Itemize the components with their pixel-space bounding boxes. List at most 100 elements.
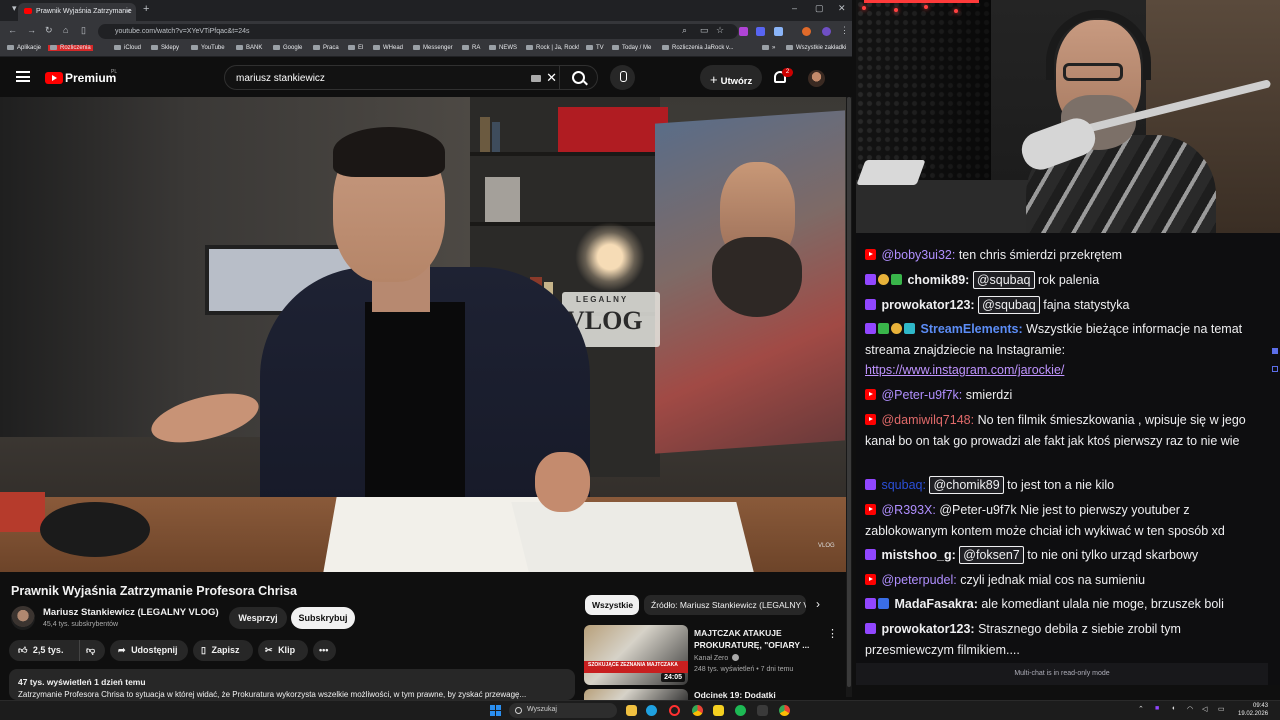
start-icon[interactable] [490, 705, 501, 716]
chat-username[interactable]: StreamElements: [920, 322, 1022, 336]
tab-search-icon[interactable]: ▾ [12, 3, 17, 14]
chat-username[interactable]: @Peter-u9f7k: [881, 388, 962, 402]
chat-username[interactable]: @R393X: [881, 503, 935, 517]
opera-icon[interactable] [669, 705, 680, 716]
page-scrollbar[interactable] [846, 97, 852, 697]
extension-icon[interactable] [756, 27, 765, 36]
clip-button[interactable]: ✂ Klip [258, 640, 308, 661]
profile-icon[interactable] [802, 27, 811, 36]
chat-mention[interactable]: @foksen7 [959, 546, 1024, 564]
search-icon[interactable] [559, 66, 597, 89]
video-player[interactable]: LEGALNY VLOG VLOG [0, 97, 846, 572]
create-button[interactable]: + Utwórz [700, 65, 762, 90]
chat-username[interactable]: prowokator123: [881, 298, 974, 312]
chat-scrollbar[interactable] [1268, 233, 1280, 685]
bookmark-item[interactable]: NEWS [489, 45, 517, 51]
volume-icon[interactable]: ◁ [1202, 705, 1207, 713]
recommended-thumbnail[interactable] [584, 689, 688, 700]
bookmark-item[interactable]: Messenger [413, 45, 453, 51]
recommended-more-icon[interactable]: ⋮ [827, 627, 838, 640]
recommended-thumbnail[interactable]: SZOKUJĄCE ZEZNANIA MAJTCZAKA 24:05 [584, 625, 688, 685]
tab-close-icon[interactable]: × [126, 6, 131, 16]
description-box[interactable]: 47 tys. wyświetleń 1 dzień temu Zatrzyma… [9, 669, 575, 700]
bookmark-item[interactable]: Google [273, 45, 302, 51]
bookmark-item[interactable]: RA [462, 45, 480, 51]
keyboard-icon[interactable] [531, 75, 541, 82]
youtube-brand[interactable]: Premium [65, 71, 116, 85]
chat-username[interactable]: @damiwilq7148: [881, 413, 974, 427]
bookmark-item[interactable]: TV [586, 45, 604, 51]
network-tray-icon[interactable]: ◐ [1172, 705, 1176, 712]
chat-username[interactable]: squbaq: [881, 478, 925, 492]
edge-icon[interactable] [646, 705, 657, 716]
bookmark-item[interactable]: Rock | Ja, Rock! [526, 45, 580, 51]
bookmark-item[interactable]: El [348, 45, 363, 51]
wifi-icon[interactable]: ◠ [1187, 705, 1193, 713]
dislike-button[interactable]: 👎︎ [79, 640, 105, 661]
bookmark-item[interactable]: Praca [313, 45, 339, 51]
chip-source[interactable]: Źródło: Mariusz Stankiewicz (LEGALNY VLO… [644, 595, 806, 615]
bookmark-item[interactable]: iCloud [114, 45, 141, 51]
recommended-title[interactable]: MAJTCZAK ATAKUJE PROKURATURĘ, "OFIARY ..… [694, 627, 819, 651]
search-input[interactable]: mariusz stankiewicz ✕ [224, 65, 598, 90]
chrome-icon[interactable] [779, 705, 790, 716]
recommended-title[interactable]: Odcinek 19: Dodatki podatkowe i... [694, 689, 819, 700]
chrome-icon[interactable] [692, 705, 703, 716]
chat-username[interactable]: @boby3ui32: [881, 248, 955, 262]
chat-mention[interactable]: @squbaq [972, 271, 1035, 289]
youtube-logo-icon[interactable] [45, 72, 63, 84]
chat-username[interactable]: chomik89: [907, 273, 969, 287]
save-button[interactable]: ▯ Zapisz [193, 640, 253, 661]
like-button[interactable]: 👍︎ 2,5 tys. [9, 640, 73, 661]
voice-search-icon[interactable] [610, 65, 635, 90]
reload-icon[interactable]: ↻ [45, 25, 53, 36]
spotify-icon[interactable] [735, 705, 746, 716]
support-button[interactable]: Wesprzyj [229, 607, 287, 629]
more-actions-icon[interactable]: ••• [313, 640, 336, 661]
chat-mention[interactable]: @squbaq [978, 296, 1040, 314]
chat-username[interactable]: mistshoo_g: [881, 548, 955, 562]
chat-username[interactable]: prowokator123: [881, 622, 974, 636]
bookmark-item[interactable]: BANK [236, 45, 262, 51]
channel-avatar[interactable] [11, 606, 35, 630]
bookmark-item[interactable]: Rozliczenia [48, 45, 93, 51]
menu-icon[interactable] [16, 71, 30, 82]
bookmark-item[interactable]: Rozliczenia JaRock v... [662, 45, 734, 51]
avatar[interactable] [808, 70, 825, 87]
taskbar-search[interactable]: Wyszukaj [509, 703, 617, 718]
notes-icon[interactable] [713, 705, 724, 716]
chip-all[interactable]: Wszystkie [585, 595, 639, 615]
browser-tab[interactable]: Prawnik Wyjaśnia Zatrzymanie × [18, 3, 136, 21]
bookmark-item[interactable]: Sklepy [151, 45, 179, 51]
forward-icon[interactable]: → [27, 25, 36, 35]
menu-kebab-icon[interactable]: ⋮ [840, 25, 849, 36]
zoom-icon[interactable]: ⌕ [682, 25, 687, 36]
extension-icon[interactable] [739, 27, 748, 36]
chat-username[interactable]: @peterpudel: [881, 573, 956, 587]
clear-search-icon[interactable]: ✕ [546, 71, 557, 84]
chat-mention[interactable]: @chomik89 [929, 476, 1004, 494]
address-bar[interactable]: youtube.com/watch?v=XYeVTiPfqac&t=24s [98, 24, 738, 39]
sidebar-icon[interactable]: ▯ [81, 25, 86, 36]
system-clock[interactable]: 09:43 19.02.2026 [1238, 702, 1268, 718]
chevron-right-icon[interactable]: › [816, 597, 820, 611]
extensions-puzzle-icon[interactable] [774, 27, 783, 36]
battery-icon[interactable]: ▭ [1218, 705, 1225, 713]
recommended-channel[interactable]: Kanał Zero [694, 654, 740, 662]
bookmarks-overflow-icon[interactable]: » [762, 45, 775, 51]
channel-name[interactable]: Mariusz Stankiewicz (LEGALNY VLOG) [43, 607, 219, 618]
profile-icon[interactable] [822, 27, 831, 36]
bookmark-item[interactable]: Today / Me [612, 45, 651, 51]
bookmark-item[interactable]: WHead [373, 45, 403, 51]
chat-username[interactable]: MadaFasakra: [894, 597, 977, 611]
minimize-icon[interactable]: – [792, 3, 797, 13]
file-explorer-icon[interactable] [626, 705, 637, 716]
maximize-icon[interactable]: ▢ [815, 3, 824, 14]
close-window-icon[interactable]: ✕ [838, 3, 846, 14]
bookmark-item[interactable]: Wszystkie zakładki [786, 45, 846, 51]
bookmark-item[interactable]: YouTube [191, 45, 225, 51]
new-tab-icon[interactable]: + [143, 3, 149, 15]
subscribe-button[interactable]: Subskrybuj [291, 607, 355, 629]
download-icon[interactable] [757, 705, 768, 716]
cast-icon[interactable]: ▭ [700, 25, 709, 36]
